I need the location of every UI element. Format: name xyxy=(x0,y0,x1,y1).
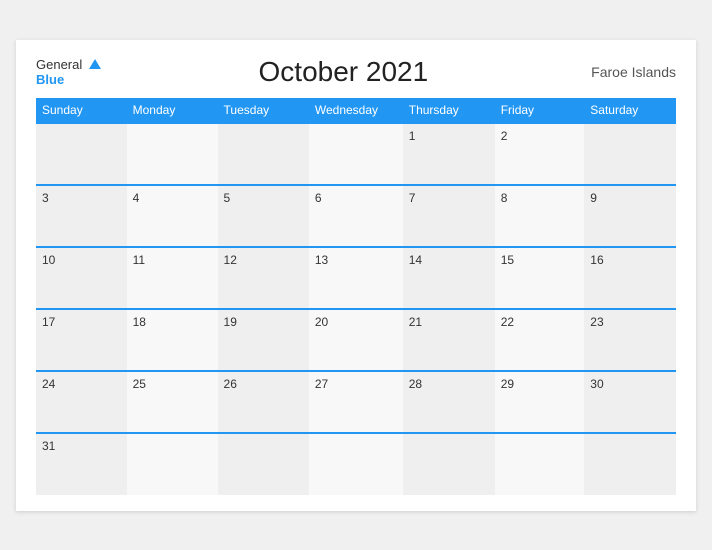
calendar-day-cell xyxy=(309,123,403,185)
calendar-week-row: 17 18 19 20 21 22 23 xyxy=(36,309,676,371)
calendar-day-cell: 15 xyxy=(495,247,585,309)
calendar-day-cell: 17 xyxy=(36,309,127,371)
day-number: 19 xyxy=(224,315,237,329)
day-number: 18 xyxy=(133,315,146,329)
calendar-grid: Sunday Monday Tuesday Wednesday Thursday… xyxy=(36,98,676,495)
day-number: 4 xyxy=(133,191,140,205)
header-sunday: Sunday xyxy=(36,98,127,123)
day-number: 12 xyxy=(224,253,237,267)
day-number: 7 xyxy=(409,191,416,205)
logo-general-text: General xyxy=(36,57,82,72)
calendar-day-cell: 30 xyxy=(584,371,676,433)
day-number: 15 xyxy=(501,253,514,267)
logo-blue-text: Blue xyxy=(36,73,101,86)
calendar-day-cell: 28 xyxy=(403,371,495,433)
calendar-container: General Blue October 2021 Faroe Islands … xyxy=(16,40,696,511)
calendar-day-cell: 4 xyxy=(127,185,218,247)
day-number: 16 xyxy=(590,253,603,267)
calendar-day-cell: 23 xyxy=(584,309,676,371)
day-number: 14 xyxy=(409,253,422,267)
calendar-day-cell xyxy=(309,433,403,495)
day-number: 24 xyxy=(42,377,55,391)
calendar-day-cell: 27 xyxy=(309,371,403,433)
header-saturday: Saturday xyxy=(584,98,676,123)
calendar-day-cell: 13 xyxy=(309,247,403,309)
logo-general: General xyxy=(36,57,101,73)
calendar-day-cell xyxy=(218,433,309,495)
calendar-week-row: 31 xyxy=(36,433,676,495)
day-number: 27 xyxy=(315,377,328,391)
day-number: 22 xyxy=(501,315,514,329)
calendar-day-cell: 14 xyxy=(403,247,495,309)
calendar-day-cell: 29 xyxy=(495,371,585,433)
calendar-day-cell: 25 xyxy=(127,371,218,433)
header-friday: Friday xyxy=(495,98,585,123)
calendar-body: 1234567891011121314151617181920212223242… xyxy=(36,123,676,495)
day-number: 25 xyxy=(133,377,146,391)
calendar-day-cell: 16 xyxy=(584,247,676,309)
calendar-day-cell: 31 xyxy=(36,433,127,495)
day-number: 8 xyxy=(501,191,508,205)
day-number: 1 xyxy=(409,129,416,143)
calendar-week-row: 10 11 12 13 14 15 16 xyxy=(36,247,676,309)
day-number: 6 xyxy=(315,191,322,205)
day-number: 5 xyxy=(224,191,231,205)
day-number: 9 xyxy=(590,191,597,205)
header-thursday: Thursday xyxy=(403,98,495,123)
day-number: 2 xyxy=(501,129,508,143)
header-tuesday: Tuesday xyxy=(218,98,309,123)
calendar-day-cell: 10 xyxy=(36,247,127,309)
calendar-day-cell xyxy=(127,433,218,495)
calendar-day-cell xyxy=(218,123,309,185)
header-wednesday: Wednesday xyxy=(309,98,403,123)
calendar-day-cell xyxy=(36,123,127,185)
calendar-day-cell: 3 xyxy=(36,185,127,247)
day-number: 30 xyxy=(590,377,603,391)
logo-triangle-icon xyxy=(89,59,101,69)
day-number: 10 xyxy=(42,253,55,267)
day-number: 21 xyxy=(409,315,422,329)
weekday-header-row: Sunday Monday Tuesday Wednesday Thursday… xyxy=(36,98,676,123)
day-number: 13 xyxy=(315,253,328,267)
calendar-day-cell: 26 xyxy=(218,371,309,433)
calendar-header: General Blue October 2021 Faroe Islands xyxy=(36,56,676,88)
day-number: 17 xyxy=(42,315,55,329)
calendar-day-cell xyxy=(584,433,676,495)
logo: General Blue xyxy=(36,57,101,86)
day-number: 29 xyxy=(501,377,514,391)
calendar-week-row: 24 25 26 27 28 29 30 xyxy=(36,371,676,433)
calendar-day-cell xyxy=(584,123,676,185)
calendar-week-row: 12 xyxy=(36,123,676,185)
calendar-day-cell: 22 xyxy=(495,309,585,371)
calendar-day-cell: 5 xyxy=(218,185,309,247)
calendar-day-cell xyxy=(495,433,585,495)
header-monday: Monday xyxy=(127,98,218,123)
calendar-region: Faroe Islands xyxy=(586,64,676,80)
calendar-day-cell: 21 xyxy=(403,309,495,371)
day-number: 28 xyxy=(409,377,422,391)
day-number: 20 xyxy=(315,315,328,329)
calendar-day-cell: 9 xyxy=(584,185,676,247)
calendar-day-cell xyxy=(403,433,495,495)
calendar-day-cell: 12 xyxy=(218,247,309,309)
day-number: 26 xyxy=(224,377,237,391)
calendar-day-cell: 18 xyxy=(127,309,218,371)
calendar-title: October 2021 xyxy=(101,56,586,88)
day-number: 3 xyxy=(42,191,49,205)
calendar-day-cell: 7 xyxy=(403,185,495,247)
calendar-day-cell: 24 xyxy=(36,371,127,433)
day-number: 11 xyxy=(133,253,145,267)
day-number: 31 xyxy=(42,439,55,453)
calendar-day-cell: 8 xyxy=(495,185,585,247)
calendar-day-cell: 20 xyxy=(309,309,403,371)
calendar-day-cell: 2 xyxy=(495,123,585,185)
calendar-day-cell: 6 xyxy=(309,185,403,247)
calendar-day-cell: 11 xyxy=(127,247,218,309)
calendar-day-cell xyxy=(127,123,218,185)
calendar-week-row: 3 4 5 6 7 8 9 xyxy=(36,185,676,247)
calendar-day-cell: 19 xyxy=(218,309,309,371)
day-number: 23 xyxy=(590,315,603,329)
calendar-day-cell: 1 xyxy=(403,123,495,185)
